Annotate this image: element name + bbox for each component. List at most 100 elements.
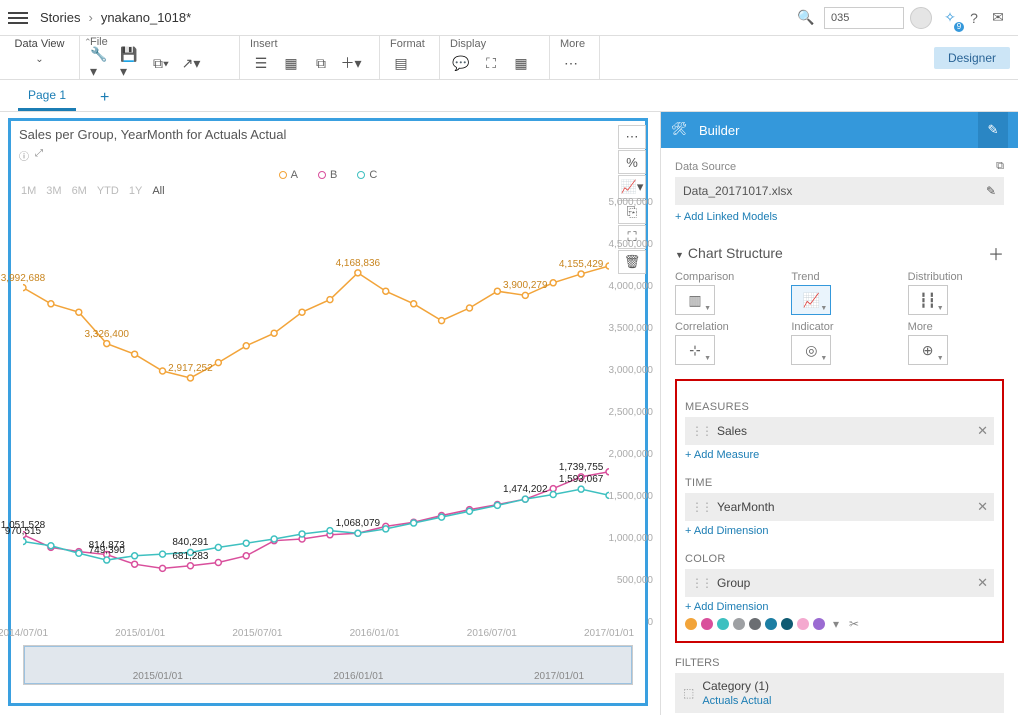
builder-tools-icon: 🛠 [671, 121, 689, 139]
palette-swatch[interactable] [685, 618, 697, 630]
data-label: 4,155,429 [559, 259, 604, 270]
y-tick-label: 1,500,000 [609, 491, 654, 502]
x-tick-label: 2015/07/01 [232, 628, 282, 639]
avatar[interactable] [910, 7, 932, 29]
cube-icon: ⬚ [683, 686, 694, 700]
palette-swatch[interactable] [781, 618, 793, 630]
chevron-down-icon: ⌄ [35, 54, 43, 65]
range-all[interactable]: All [152, 185, 164, 197]
notifications-icon[interactable]: ✧9 [938, 6, 962, 30]
builder-collapse-icon[interactable]: ✎ [978, 112, 1008, 148]
palette-swatch[interactable] [765, 618, 777, 630]
range-3m[interactable]: 3M [46, 185, 61, 197]
time-scrubber[interactable]: 2015/01/01 2016/01/01 2017/01/01 [23, 645, 633, 685]
format-icon[interactable]: ▤ [390, 52, 412, 74]
time-range-bar[interactable]: 1M 3M 6M YTD 1Y All [11, 185, 645, 197]
add-page-button[interactable]: + [94, 85, 115, 111]
chart-type-correlation[interactable]: ⊹▼ [675, 335, 715, 365]
help-icon[interactable]: ? [962, 6, 986, 30]
toolbar-group-display: Display 💬 ⛶ ▦ [440, 36, 550, 79]
insert-control-icon[interactable]: ⧉ [310, 52, 332, 74]
chart-type-comparison[interactable]: ▥▼ [675, 285, 715, 315]
y-tick-label: 1,000,000 [609, 533, 654, 544]
comment-icon[interactable]: 💬 [450, 52, 472, 74]
x-tick-label: 2016/01/01 [350, 628, 400, 639]
y-tick-label: 3,000,000 [609, 365, 654, 376]
story-id-field[interactable]: 035 [824, 7, 904, 29]
palette-swatch[interactable] [749, 618, 761, 630]
range-1y[interactable]: 1Y [129, 185, 142, 197]
remove-color-icon[interactable]: ✕ [977, 575, 988, 591]
palette-swatch[interactable] [813, 618, 825, 630]
filter-chip-category[interactable]: ⬚ Category (1)Actuals Actual [675, 673, 1004, 713]
save-icon[interactable]: 💾▾ [120, 52, 142, 74]
chart-structure-section[interactable]: ▼Chart Structure ＋ [675, 241, 1004, 265]
palette-swatch[interactable] [701, 618, 713, 630]
trend-type-icon[interactable]: 📈▾ [618, 175, 646, 199]
insert-more-icon[interactable]: ＋▾ [340, 52, 362, 74]
range-6m[interactable]: 6M [72, 185, 87, 197]
chart-type-more[interactable]: ⊕▼ [908, 335, 948, 365]
grid-icon[interactable]: ▦ [510, 52, 532, 74]
chart-type-trend[interactable]: 📈▼ [791, 285, 831, 315]
share-icon[interactable]: ↗▾ [180, 52, 202, 74]
data-label: 1,474,202 [503, 484, 548, 495]
remove-measure-icon[interactable]: ✕ [977, 423, 988, 439]
data-label: 4,168,836 [336, 258, 381, 269]
data-label: 970,515 [5, 526, 41, 537]
search-icon[interactable]: 🔍 [794, 6, 818, 30]
more-icon[interactable]: ⋯ [560, 52, 582, 74]
insert-table-icon[interactable]: ▦ [280, 52, 302, 74]
color-palette[interactable]: ▾✂ [685, 617, 994, 631]
add-time-dimension-link[interactable]: + Add Dimension [685, 525, 994, 537]
delete-icon[interactable]: 🗑 [618, 250, 646, 274]
settings-icon[interactable]: 🔧▾ [90, 52, 112, 74]
data-source-field[interactable]: Data_20171017.xlsx ✎ [675, 177, 1004, 205]
time-chip-yearmonth[interactable]: ⋮⋮YearMonth ✕ [685, 493, 994, 521]
palette-more-icon[interactable]: ▾ [833, 617, 839, 631]
data-label: 3,900,279 [503, 280, 548, 291]
edit-data-source-icon[interactable]: ✎ [986, 184, 996, 198]
breadcrumb-current: ynakano_1018* [101, 10, 191, 25]
palette-swatch[interactable] [717, 618, 729, 630]
y-tick-label: 2,500,000 [609, 407, 654, 418]
data-label: 1,593,067 [559, 474, 604, 485]
range-ytd[interactable]: YTD [97, 185, 119, 197]
remove-time-icon[interactable]: ✕ [977, 499, 988, 515]
data-label: 1,068,079 [336, 518, 381, 529]
y-tick-label: 500,000 [617, 575, 653, 586]
chart-menu-icon[interactable]: ⋯ [618, 125, 646, 149]
tab-page-1[interactable]: Page 1 [18, 82, 76, 111]
copy-icon[interactable]: ⧉▾ [150, 52, 172, 74]
chart-type-distribution[interactable]: ┇┇▼ [908, 285, 948, 315]
chart-type-indicator[interactable]: ◎▼ [791, 335, 831, 365]
percent-button[interactable]: % [618, 150, 646, 174]
data-view-toggle[interactable]: Data View ⌄ [0, 36, 80, 79]
designer-button[interactable]: Designer [934, 47, 1010, 69]
palette-swatch[interactable] [797, 618, 809, 630]
info-icon[interactable]: ⓘ [19, 148, 29, 163]
palette-edit-icon[interactable]: ✂ [849, 617, 859, 631]
insert-text-icon[interactable]: ☰ [250, 52, 272, 74]
fullscreen-icon[interactable]: ⛶ [480, 52, 502, 74]
data-label: 681,283 [172, 551, 208, 562]
palette-swatch[interactable] [733, 618, 745, 630]
add-measure-link[interactable]: + Add Measure [685, 449, 994, 461]
hamburger-menu[interactable] [8, 8, 28, 28]
range-1m[interactable]: 1M [21, 185, 36, 197]
breadcrumb-root[interactable]: Stories [40, 10, 80, 25]
expand-mini-icon[interactable]: ⤢ [35, 148, 43, 163]
y-tick-label: 3,500,000 [609, 323, 654, 334]
breadcrumb: Stories › ynakano_1018* [40, 10, 191, 25]
data-source-link-icon[interactable]: ⧉ [996, 160, 1004, 173]
toolbar-group-file: ⌃File 🔧▾ 💾▾ ⧉▾ ↗▾ [80, 36, 240, 79]
chart-card[interactable]: Sales per Group, YearMonth for Actuals A… [8, 118, 648, 706]
chart-plot-area[interactable]: 0500,0001,000,0001,500,0002,000,0002,500… [23, 203, 609, 623]
chat-icon[interactable]: ✉ [986, 6, 1010, 30]
add-color-dimension-link[interactable]: + Add Dimension [685, 601, 994, 613]
measure-chip-sales[interactable]: ⋮⋮Sales ✕ [685, 417, 994, 445]
add-structure-icon[interactable]: ＋ [988, 241, 1004, 265]
add-linked-models-link[interactable]: + Add Linked Models [675, 211, 1004, 223]
data-label: 1,739,755 [559, 462, 604, 473]
color-chip-group[interactable]: ⋮⋮Group ✕ [685, 569, 994, 597]
